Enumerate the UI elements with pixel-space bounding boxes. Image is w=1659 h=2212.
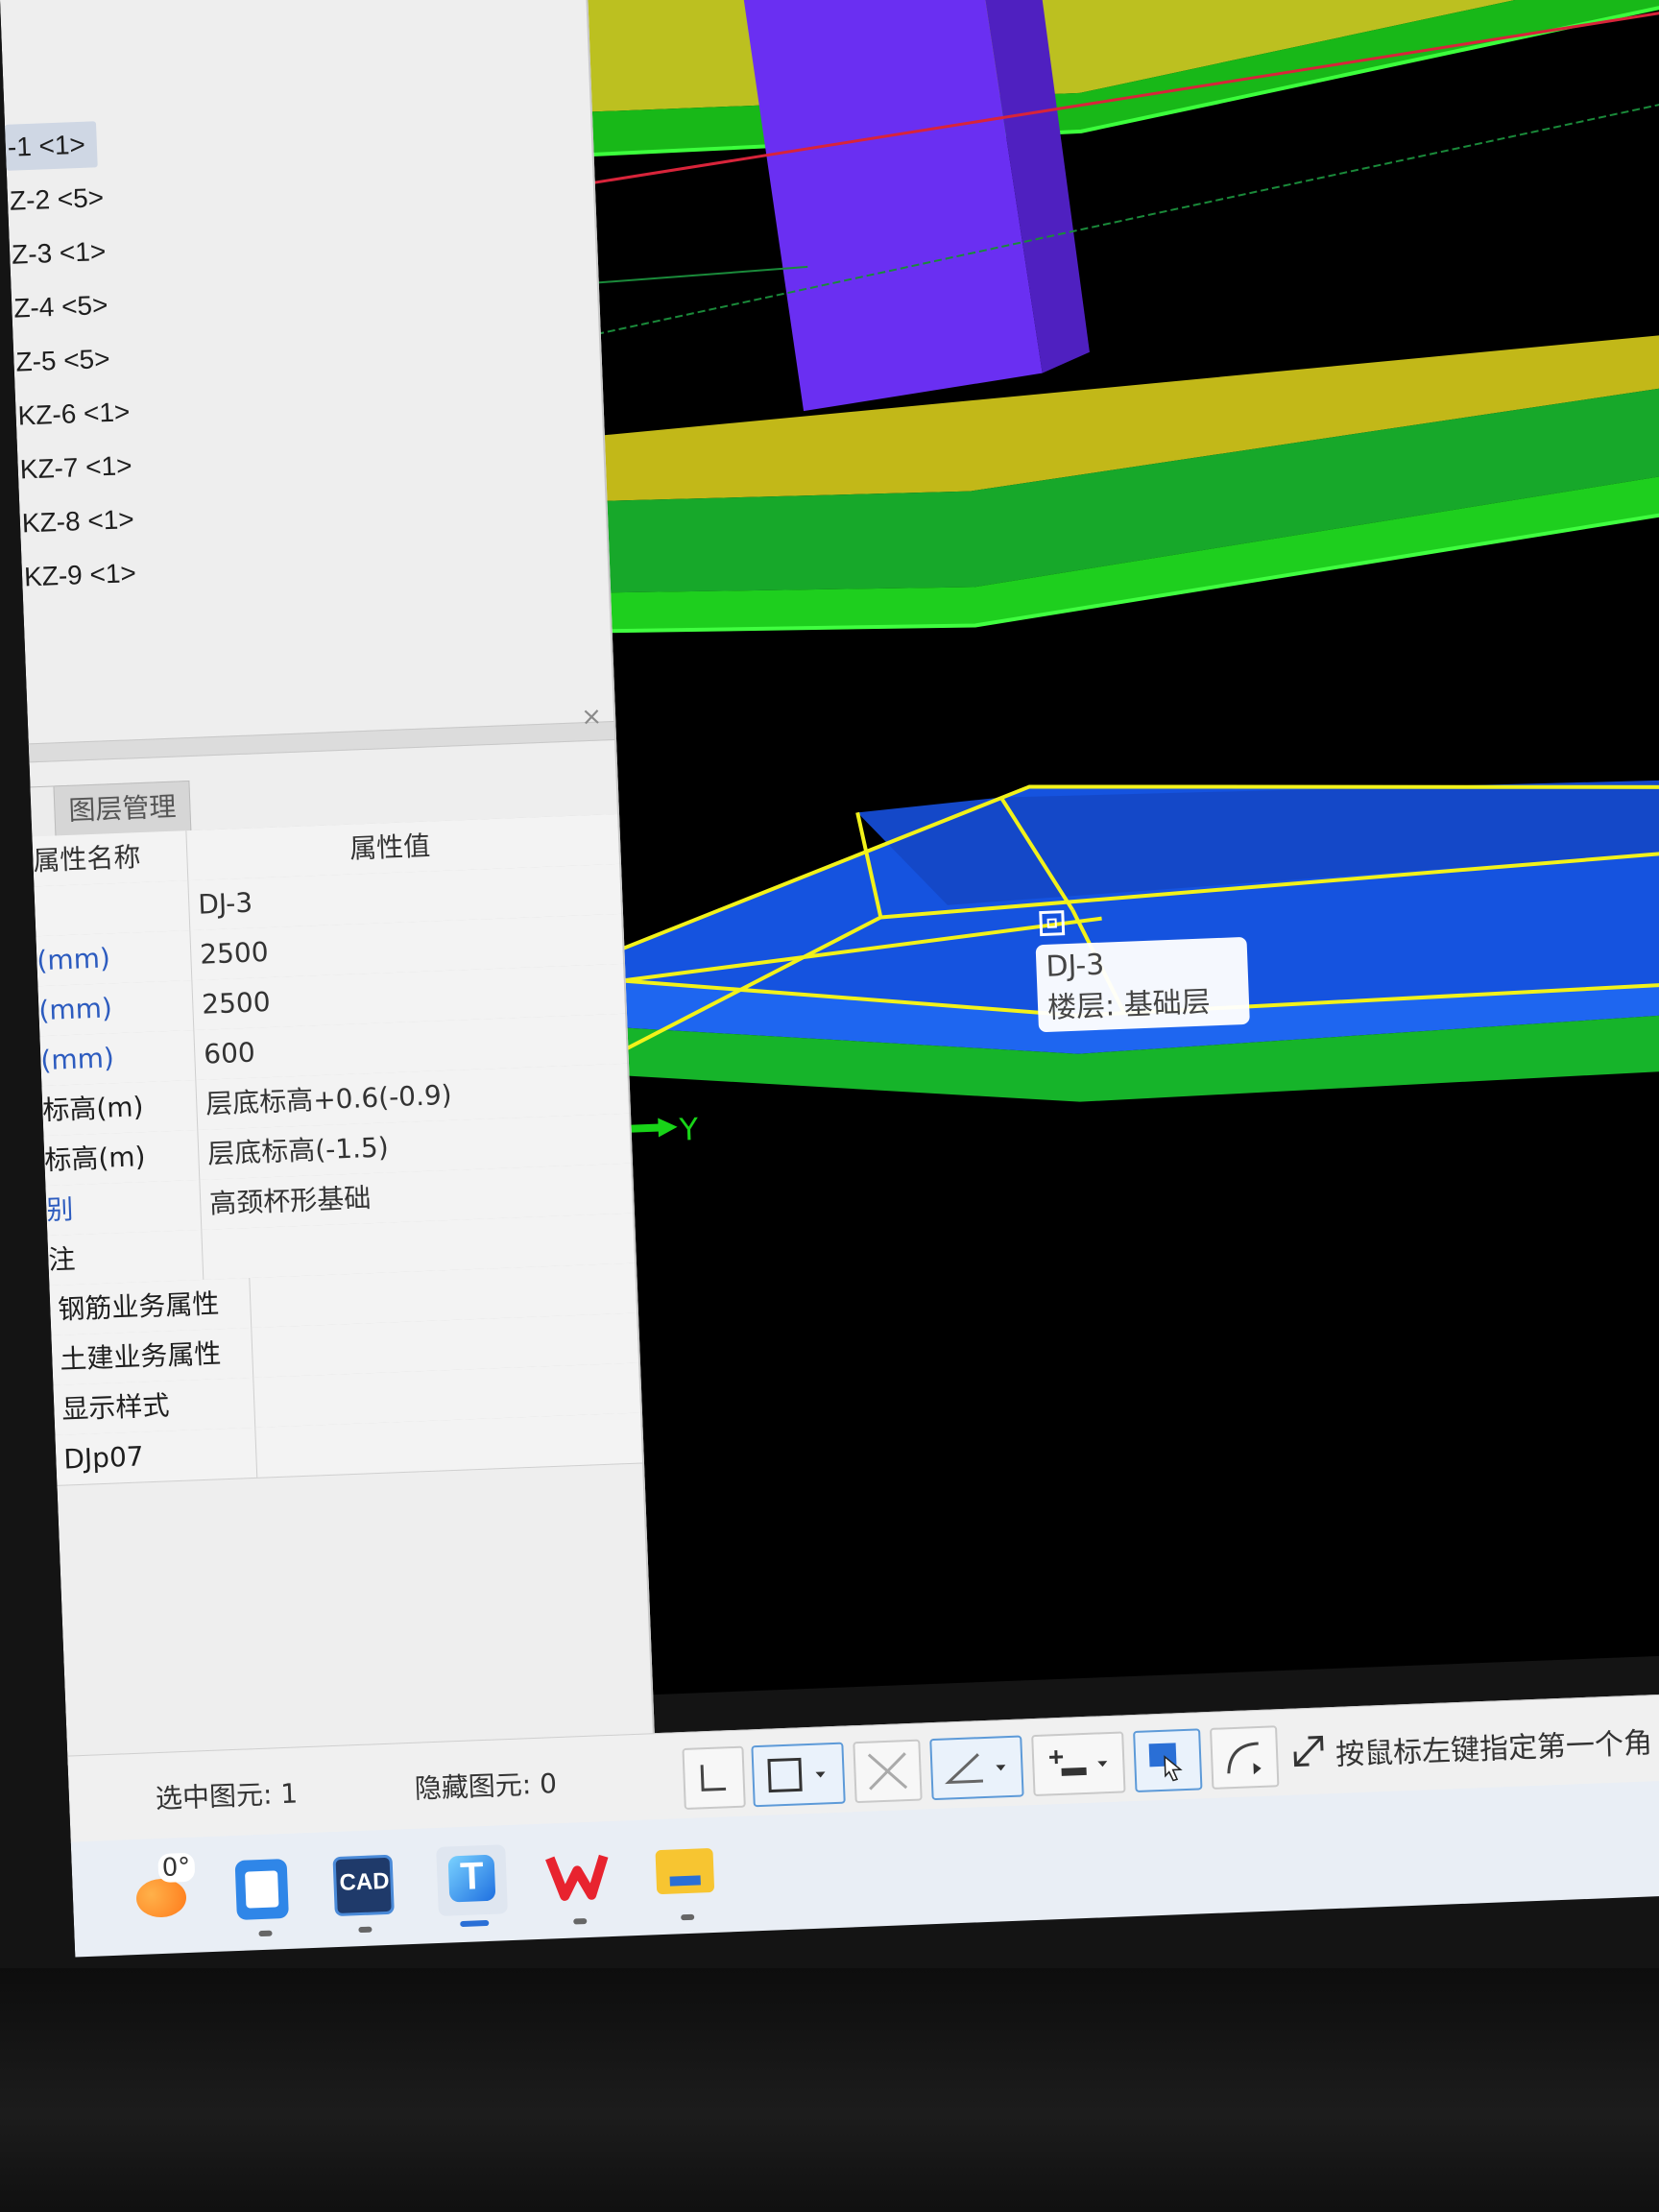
folder-icon[interactable] <box>649 1837 721 1921</box>
cad-icon[interactable]: CAD <box>328 1849 400 1934</box>
arc-icon <box>1227 1742 1262 1775</box>
monitor-screen: 12 X DJ-3 楼层: 基础层 Z X Y -1 < <box>0 0 1659 1966</box>
tooltip-floor: 楼层: 基础层 <box>1046 985 1212 1025</box>
offset-button[interactable] <box>1031 1731 1126 1797</box>
prop-value[interactable]: 2500 <box>201 977 271 1030</box>
component-tree: -1 <1> Z-2 <5> Z-3 <1> Z-4 <5> Z-5 <5> K… <box>4 103 581 591</box>
monitor-bezel <box>0 1968 1659 2212</box>
angle-icon <box>945 1753 1006 1785</box>
cad-label: CAD <box>339 1867 391 1896</box>
offset-icon <box>1049 1750 1108 1776</box>
prop-name: 注 <box>47 1229 204 1286</box>
header-property-value: 属性值 <box>349 830 431 865</box>
tree-item[interactable]: Z-4 <5> <box>11 282 108 332</box>
snap-rect-button[interactable] <box>751 1742 846 1808</box>
gizmo-y-label: Y <box>678 1110 699 1148</box>
prop-name: 别 <box>45 1179 203 1237</box>
tree-item[interactable]: KZ-9 <1> <box>21 550 136 601</box>
left-panel: -1 <1> Z-2 <5> Z-3 <1> Z-4 <5> Z-5 <5> K… <box>0 0 656 1766</box>
prop-group-display[interactable]: 显示样式 <box>53 1377 256 1435</box>
tree-item[interactable]: Z-2 <5> <box>7 175 105 225</box>
3d-viewport[interactable]: 12 X DJ-3 楼层: 基础层 Z X Y <box>537 0 1659 1697</box>
tab-layer-management[interactable]: 图层管理 <box>53 781 192 838</box>
select-window-icon <box>1148 1743 1183 1782</box>
teams-icon[interactable]: T <box>436 1844 508 1928</box>
select-window-button[interactable] <box>1133 1728 1203 1792</box>
tree-item-selected[interactable]: -1 <1> <box>4 121 98 171</box>
prop-group-rebar[interactable]: 钢筋业务属性 <box>49 1277 252 1335</box>
weather-temperature: 0° <box>157 1852 195 1884</box>
tree-item[interactable]: KZ-7 <1> <box>17 443 132 493</box>
prop-name: 标高(m) <box>43 1129 201 1187</box>
prop-value[interactable]: 600 <box>203 1028 256 1080</box>
arc-tool-button[interactable] <box>1210 1725 1280 1790</box>
prop-value[interactable]: 层底标高(-1.5) <box>206 1122 390 1179</box>
cross-icon <box>867 1752 908 1791</box>
weather-icon[interactable]: 0° <box>129 1852 201 1929</box>
teams-glyph: T <box>459 1855 485 1899</box>
cross-snap-button[interactable] <box>853 1739 923 1804</box>
tree-item[interactable]: Z-3 <1> <box>9 228 107 278</box>
angle-snap-button[interactable] <box>929 1735 1024 1801</box>
ortho-icon <box>700 1765 727 1791</box>
prop-name: (mm) <box>36 930 193 987</box>
tree-item[interactable]: Z-5 <5> <box>13 336 111 386</box>
element-tooltip: DJ-3 楼层: 基础层 <box>1035 936 1250 1033</box>
model-view <box>537 0 1659 1102</box>
ortho-toggle-button[interactable] <box>682 1745 746 1811</box>
rect-snap-icon <box>767 1757 826 1793</box>
prop-name: (mm) <box>39 1030 197 1087</box>
prop-name: 标高(m) <box>41 1079 199 1137</box>
close-icon[interactable]: × <box>581 702 603 732</box>
file-viewer-icon[interactable] <box>227 1853 299 1937</box>
hidden-count: 隐藏图元: 0 <box>414 1767 558 1805</box>
prop-value[interactable]: 2500 <box>199 927 269 980</box>
prop-value[interactable]: 高颈杯形基础 <box>208 1173 372 1229</box>
tree-item[interactable]: KZ-8 <1> <box>19 496 134 547</box>
wps-icon[interactable] <box>541 1840 613 1925</box>
prop-value[interactable] <box>210 1230 212 1280</box>
tree-item[interactable]: KZ-6 <1> <box>15 389 131 440</box>
active-indicator <box>460 1919 490 1928</box>
command-hint: 按鼠标左键指定第一个角 <box>1334 1726 1653 1772</box>
panel-splitter[interactable] <box>28 721 615 763</box>
header-property-name: 属性名称 <box>32 830 189 887</box>
prop-value[interactable]: DJ-3 <box>197 878 253 930</box>
prop-name <box>34 880 191 937</box>
prop-name: (mm) <box>37 980 195 1037</box>
snap-marker-icon <box>1039 910 1066 937</box>
prop-group-djp07[interactable]: DJp07 <box>55 1427 258 1485</box>
expand-icon <box>1293 1735 1324 1767</box>
selected-count: 选中图元: 1 <box>155 1777 299 1815</box>
prop-group-civil[interactable]: 土建业务属性 <box>51 1327 254 1385</box>
